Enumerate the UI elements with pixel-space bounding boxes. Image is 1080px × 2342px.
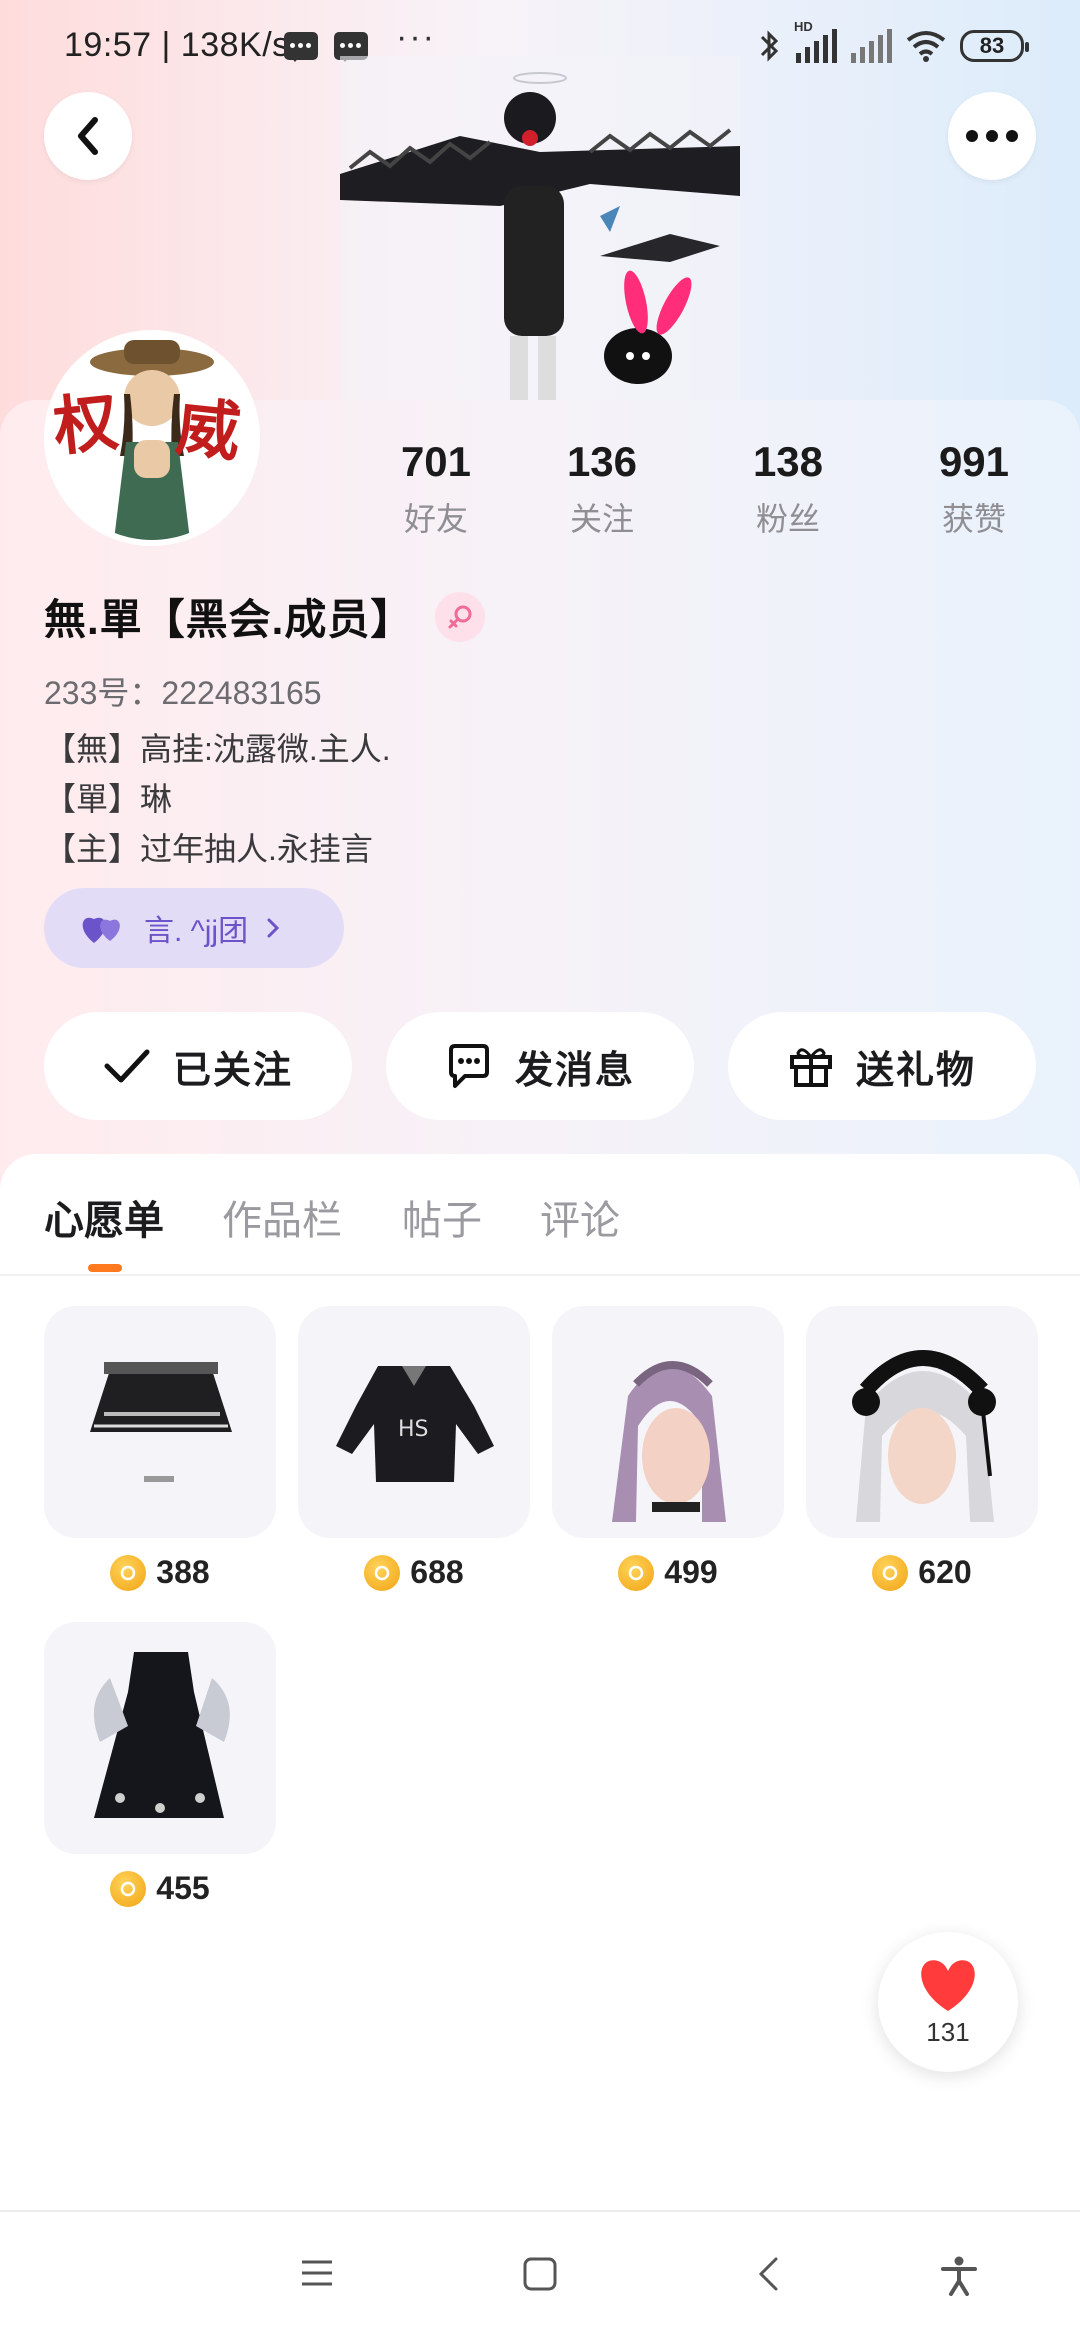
signal-icon — [851, 29, 892, 63]
stat-value: 701 — [400, 438, 472, 485]
item-image — [806, 1306, 1038, 1538]
gift-button[interactable]: 送礼物 — [728, 1012, 1036, 1120]
item-image — [552, 1306, 784, 1538]
check-icon — [104, 1049, 150, 1083]
item-image — [44, 1622, 276, 1854]
bio-line: 【單】琳 — [44, 781, 173, 817]
coin-icon — [618, 1554, 655, 1591]
status-time: 19:57 | 138K/s — [64, 26, 290, 64]
female-icon — [448, 605, 472, 628]
follow-label: 已关注 — [172, 1049, 293, 1092]
group-chip[interactable]: 言. ^jj团 — [44, 888, 344, 968]
like-button[interactable]: 131 — [878, 1932, 1018, 2072]
wifi-icon — [906, 31, 946, 62]
coin-icon — [872, 1554, 909, 1591]
more-button[interactable] — [948, 92, 1036, 180]
stat-label: 好友 — [403, 501, 468, 537]
follow-button[interactable]: 已关注 — [44, 1012, 352, 1120]
chevron-right-icon — [267, 918, 280, 938]
bluetooth-icon — [760, 30, 779, 62]
item-price: 688 — [410, 1554, 464, 1590]
profile-name: 無.單【黑会.成员】 — [44, 596, 414, 643]
wishlist-item[interactable]: 620 — [806, 1306, 1038, 1591]
item-price: 620 — [918, 1554, 972, 1590]
stat-likes[interactable]: 991 获赞 — [894, 438, 1054, 540]
coin-icon — [110, 1870, 147, 1907]
gender-badge — [435, 591, 486, 642]
svg-text:HS: HS — [398, 1417, 429, 1442]
signal-hd-icon: HD — [794, 19, 837, 63]
tab-divider — [0, 1274, 1080, 1276]
stat-friends[interactable]: 701 好友 — [356, 438, 516, 540]
chevron-left-icon — [78, 117, 98, 155]
stat-following[interactable]: 136 关注 — [522, 438, 682, 540]
tab-works[interactable]: 作品栏 — [222, 1188, 342, 1246]
back-triangle-icon[interactable] — [756, 2256, 780, 2292]
avatar-showcase-image — [340, 56, 740, 400]
user-id: 233号：222483165 — [44, 675, 322, 711]
stat-label: 关注 — [569, 501, 634, 537]
wishlist-item[interactable]: 455 — [44, 1622, 276, 1907]
stat-label: 获赞 — [941, 501, 1006, 537]
tab-posts[interactable]: 帖子 — [402, 1188, 482, 1246]
chat-icon — [448, 1044, 489, 1088]
coin-icon — [364, 1554, 401, 1591]
battery-icon: 83 — [960, 30, 1029, 62]
accessibility-icon[interactable] — [940, 2256, 978, 2296]
message-button[interactable]: 发消息 — [386, 1012, 694, 1120]
active-tab-indicator — [88, 1264, 122, 1272]
item-price: 388 — [156, 1554, 210, 1590]
wishlist-item[interactable]: HS 688 — [298, 1306, 530, 1591]
message-label: 发消息 — [514, 1049, 635, 1092]
tab-wishlist[interactable]: 心愿单 — [44, 1188, 164, 1246]
more-notifications-icon: ··· — [396, 18, 436, 56]
menu-icon[interactable] — [300, 2256, 334, 2290]
profile-bio: 【無】高挂:沈露微.主人. 【單】琳 【主】过年抽人.永挂言 — [44, 724, 391, 874]
stat-value: 138 — [752, 438, 824, 485]
tab-comments[interactable]: 评论 — [540, 1188, 620, 1246]
stat-label: 粉丝 — [755, 501, 820, 537]
item-price: 499 — [664, 1554, 718, 1590]
message-notification-icon — [284, 32, 318, 62]
gift-icon — [789, 1048, 832, 1087]
like-count: 131 — [926, 2016, 970, 2047]
back-button[interactable] — [44, 92, 132, 180]
group-name: 言. ^jj团 — [144, 915, 249, 948]
gift-label: 送礼物 — [855, 1049, 976, 1092]
coin-icon — [110, 1554, 147, 1591]
item-image — [44, 1306, 276, 1538]
double-heart-icon — [82, 917, 120, 943]
stat-value: 991 — [938, 438, 1010, 485]
bio-line: 【主】过年抽人.永挂言 — [44, 831, 373, 867]
system-nav-bar — [0, 2210, 1080, 2342]
stat-followers[interactable]: 138 粉丝 — [708, 438, 868, 540]
heart-icon — [921, 1959, 975, 2011]
stat-value: 136 — [566, 438, 638, 485]
wishlist-item[interactable]: 499 — [552, 1306, 784, 1591]
more-dots-icon — [966, 130, 1018, 142]
item-image: HS — [298, 1306, 530, 1538]
wishlist-item[interactable]: 388 — [44, 1306, 276, 1591]
item-price: 455 — [156, 1870, 210, 1906]
bio-line: 【無】高挂:沈露微.主人. — [44, 731, 391, 767]
profile-stats: 701 好友 136 关注 138 粉丝 991 获赞 — [0, 438, 1080, 548]
home-square-icon[interactable] — [522, 2256, 558, 2292]
